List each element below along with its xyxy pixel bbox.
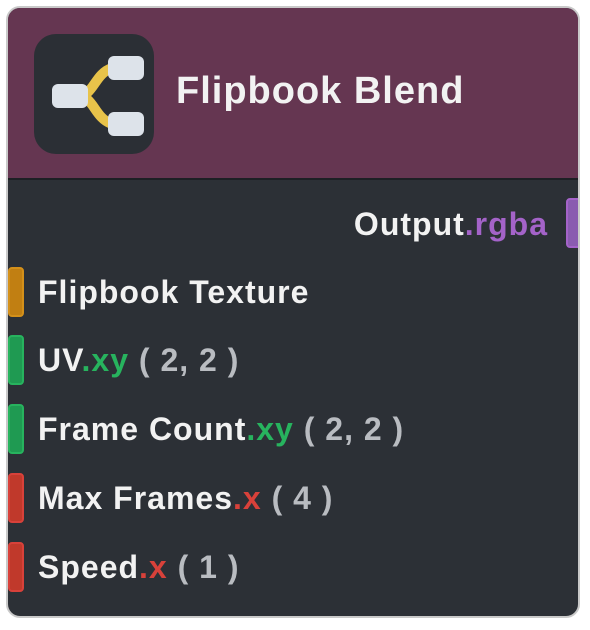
input-port-uv[interactable] (8, 335, 24, 385)
input-row-uv: UV.xy ( 2, 2 ) (38, 340, 239, 380)
output-row: Output.rgba (354, 204, 548, 244)
input-default-value[interactable]: ( 1 ) (178, 549, 240, 585)
node-title: Flipbook Blend (176, 70, 465, 112)
input-swizzle: .x (139, 549, 168, 585)
input-port-frame-count[interactable] (8, 404, 24, 454)
output-label: Output (353, 206, 465, 242)
input-default-value[interactable]: ( 2, 2 ) (304, 411, 404, 447)
flipbook-blend-node[interactable]: Flipbook Blend Output.rgba Flipbook Text… (6, 6, 580, 618)
input-swizzle: .xy (246, 411, 294, 447)
input-swizzle: .x (232, 480, 262, 516)
input-default-value[interactable]: ( 4 ) (272, 480, 334, 516)
input-default-value[interactable]: ( 2, 2 ) (139, 342, 239, 378)
input-label: Max Frames (38, 480, 233, 516)
input-port-flipbook-texture[interactable] (8, 267, 24, 317)
input-row-frame-count: Frame Count.xy ( 2, 2 ) (38, 409, 404, 449)
input-label: Speed (38, 549, 140, 585)
input-row-max-frames: Max Frames.x ( 4 ) (38, 478, 333, 518)
node-icon-box (34, 34, 154, 154)
output-port[interactable] (566, 198, 578, 248)
input-label: Frame Count (38, 411, 247, 447)
input-row-speed: Speed.x ( 1 ) (38, 547, 240, 587)
input-row-flipbook-texture: Flipbook Texture (38, 272, 309, 312)
input-label: Flipbook Texture (38, 274, 310, 310)
input-port-speed[interactable] (8, 542, 24, 592)
branch-node-icon (52, 56, 144, 136)
node-header[interactable]: Flipbook Blend (8, 8, 578, 180)
input-label: UV (38, 342, 82, 378)
output-swizzle: .rgba (464, 206, 548, 242)
input-swizzle: .xy (81, 342, 129, 378)
input-port-max-frames[interactable] (8, 473, 24, 523)
